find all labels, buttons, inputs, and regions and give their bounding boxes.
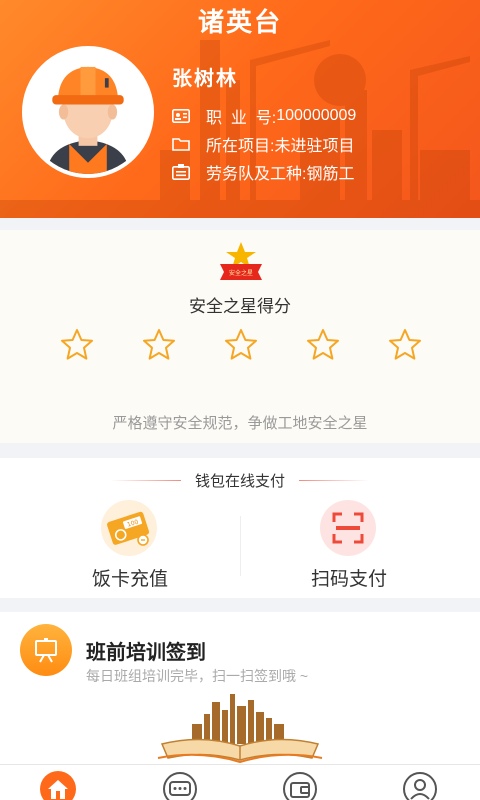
user-name: 张树林 (172, 68, 238, 90)
meal-card-icon: 100 (101, 500, 157, 556)
wallet-title-row: 钱包在线支付 (0, 468, 480, 492)
trade-value: 钢筋工 (306, 166, 355, 183)
scan-pay-label: 扫码支付 (310, 569, 387, 590)
pre-shift-training-card[interactable]: 班前培训签到 每日班组培训完毕，扫一扫签到哦 ~ (0, 612, 480, 764)
meal-card-recharge-button[interactable]: 100 饭卡充值 (70, 500, 190, 592)
wallet-title: 钱包在线支付 (194, 472, 285, 490)
nav-message[interactable] (162, 771, 198, 800)
badge-icon (172, 164, 190, 180)
home-icon (40, 771, 76, 800)
trade-row: 劳务队及工种: 钢筋工 (172, 160, 354, 184)
nav-profile[interactable] (402, 771, 438, 800)
folder-icon (172, 136, 190, 152)
training-board-icon (20, 624, 72, 676)
divider (110, 479, 181, 481)
job-number-label: 职 业 号: (206, 110, 277, 127)
star-icon (389, 329, 421, 360)
training-subtitle: 每日班组培训完毕，扫一扫签到哦 ~ (86, 668, 309, 684)
user-icon (403, 772, 437, 800)
avatar[interactable] (22, 46, 154, 178)
profile-header: 诸英台 张树林 职 业 号: 100000009 所在项目: 未进驻项目 劳务队… (0, 0, 480, 218)
job-number-row: 职 业 号: 100000009 (172, 104, 356, 128)
medal-text: 安全之星 (229, 269, 253, 277)
project-label: 所在项目: (206, 138, 275, 155)
scan-pay-button[interactable]: 扫码支付 (289, 500, 409, 592)
scan-icon (320, 500, 376, 556)
safety-score-title: 安全之星得分 (189, 297, 291, 316)
wallet-icon (283, 772, 317, 800)
project-value: 未进驻项目 (274, 138, 355, 155)
project-row: 所在项目: 未进驻项目 (172, 132, 354, 156)
divider (299, 479, 369, 481)
app-title: 诸英台 (197, 7, 282, 37)
safety-medal-icon: 安全之星 (220, 242, 262, 280)
safety-star-card: 安全之星 安全之星得分 严格遵守安全规范，争做工地安全之星 (0, 230, 480, 443)
nav-wallet[interactable] (282, 771, 318, 800)
safety-slogan: 严格遵守安全规范，争做工地安全之星 (112, 415, 368, 432)
chat-icon (163, 772, 197, 800)
star-icon (143, 329, 175, 360)
divider (240, 516, 241, 576)
job-number-value: 100000009 (276, 107, 357, 124)
star-rating (60, 328, 422, 362)
wallet-payment-card: 钱包在线支付 100 饭卡充值 扫码支付 (0, 458, 480, 598)
worker-avatar-icon (26, 50, 150, 174)
bottom-navigation (0, 764, 480, 800)
nav-home[interactable] (40, 771, 76, 800)
meal-card-recharge-label: 饭卡充值 (91, 569, 168, 590)
training-title: 班前培训签到 (86, 642, 206, 664)
star-icon (225, 329, 257, 360)
trade-label: 劳务队及工种: (206, 166, 307, 183)
star-icon (307, 329, 339, 360)
id-card-icon (172, 108, 190, 124)
star-icon (61, 329, 93, 360)
open-book-city-illustration (157, 694, 323, 764)
